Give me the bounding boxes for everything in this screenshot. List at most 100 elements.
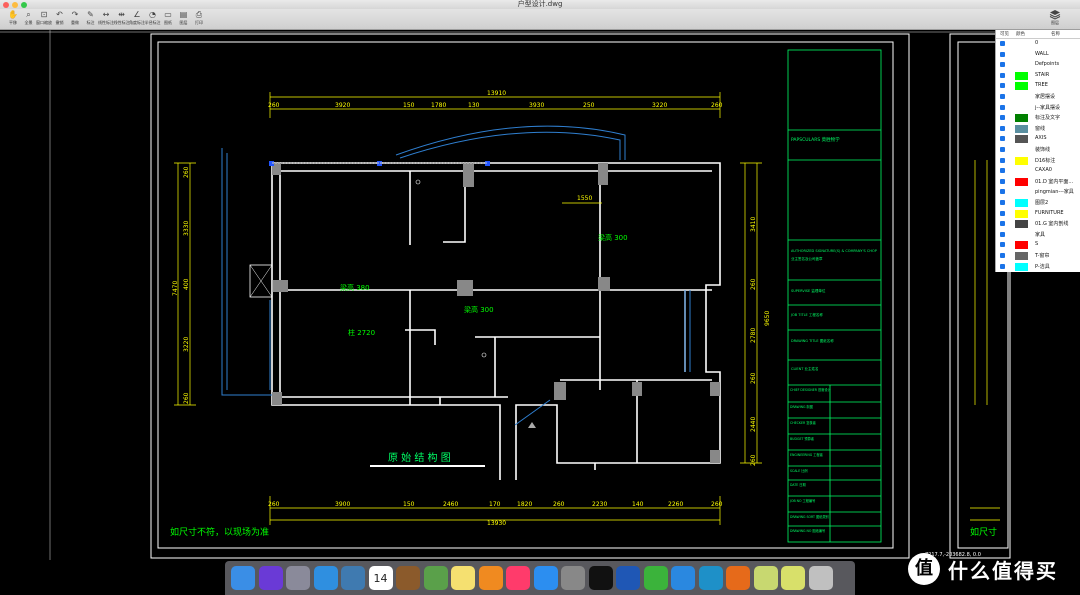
layer-visible-checkbox[interactable] (1000, 253, 1005, 258)
layer-color-swatch[interactable] (1015, 114, 1028, 123)
wechat-icon[interactable] (643, 566, 668, 590)
layer-row[interactable]: j--家具摆设 (996, 103, 1080, 113)
notes-icon[interactable] (451, 566, 475, 590)
layer-row[interactable]: S (996, 240, 1080, 250)
layer-color-swatch[interactable] (1015, 220, 1028, 229)
layer-color-swatch[interactable] (1015, 135, 1028, 144)
layer-row[interactable]: TREE (996, 81, 1080, 91)
layer-row[interactable]: AXIS (996, 134, 1080, 144)
dim-right-segment: 2440 (750, 417, 757, 432)
layer-color-swatch[interactable] (1015, 71, 1028, 80)
title-authorized-cn: 业主签名及公司盖章 (791, 256, 823, 261)
layer-row[interactable]: 01.D 室内平面... (996, 177, 1080, 187)
layer-color-swatch[interactable] (1015, 262, 1028, 271)
app-store-icon[interactable] (533, 566, 558, 590)
system-preferences-icon[interactable] (561, 566, 585, 590)
title-block-row: DRAWING SORT 图纸类别 (790, 514, 829, 519)
dim-left-segment: 400 (183, 278, 190, 290)
books-icon[interactable] (478, 566, 503, 590)
cad-icon[interactable] (753, 566, 778, 590)
layer-color-swatch[interactable] (1015, 124, 1028, 133)
calendar-icon[interactable]: 14 (368, 566, 393, 590)
layer-visible-checkbox[interactable] (1000, 157, 1005, 163)
dimension-note-second: 如尺寸 (970, 526, 997, 538)
notebook-icon[interactable] (396, 566, 420, 590)
layer-color-swatch[interactable] (1015, 156, 1028, 165)
trash-icon[interactable] (808, 566, 833, 590)
layer-visible-checkbox[interactable] (1000, 51, 1005, 57)
layer-row[interactable]: 家居摆设 (996, 92, 1080, 102)
layer-row[interactable]: T-窗帘 (996, 251, 1080, 261)
layer-color-swatch[interactable] (1015, 241, 1028, 250)
layer-row[interactable]: 装饰线 (996, 145, 1080, 155)
search-icon[interactable] (698, 566, 723, 590)
layer-row[interactable]: 图层2 (996, 198, 1080, 208)
layers-toolbar-button[interactable]: 图层 (1044, 9, 1066, 29)
layer-color-swatch[interactable] (1015, 82, 1028, 91)
baidu-cloud-icon[interactable] (671, 566, 695, 590)
layer-color-swatch[interactable] (1015, 252, 1028, 260)
layer-visible-checkbox[interactable] (1000, 168, 1005, 174)
layer-row[interactable]: pingmian---家具 (996, 187, 1080, 197)
layer-row[interactable]: CAXA0 (996, 166, 1080, 176)
qq-icon[interactable] (588, 566, 613, 590)
toolbar-button-12[interactable]: ⎙ 打印 (190, 9, 208, 29)
layer-row[interactable]: 窗线 (996, 124, 1080, 134)
layer-color-swatch[interactable] (1015, 199, 1028, 207)
layer-visible-checkbox[interactable] (1000, 147, 1005, 152)
dim-top-segment: 130 (468, 102, 480, 109)
layer-row[interactable]: WALL (996, 50, 1080, 60)
layer-row[interactable]: FURNITURE (996, 209, 1080, 219)
layer-visible-checkbox[interactable] (1000, 242, 1005, 248)
layer-visible-checkbox[interactable] (1000, 189, 1005, 195)
title-supervise: SUPERVISE 监理单位 (791, 288, 826, 293)
siri-icon[interactable] (258, 566, 283, 590)
dim-bottom-segment: 260 (711, 501, 723, 508)
layer-visible-checkbox[interactable] (1000, 41, 1005, 46)
layer-visible-checkbox[interactable] (1000, 231, 1005, 237)
dim-right-segment: 2780 (750, 328, 757, 343)
word-icon[interactable] (616, 566, 640, 590)
layer-visible-checkbox[interactable] (1000, 221, 1005, 227)
layer-row[interactable]: 标注及文字 (996, 113, 1080, 123)
firefox-icon[interactable] (726, 566, 750, 590)
layer-visible-checkbox[interactable] (1000, 200, 1005, 205)
layer-visible-checkbox[interactable] (1000, 62, 1005, 68)
layer-visible-checkbox[interactable] (1000, 115, 1005, 121)
layer-row[interactable]: 0 (996, 39, 1080, 49)
layer-visible-checkbox[interactable] (1000, 210, 1005, 216)
safari-icon[interactable] (313, 566, 338, 590)
room-label-4: 柱 2720 (348, 328, 375, 337)
layer-name: P-洁具 (1035, 263, 1050, 270)
layer-visible-checkbox[interactable] (1000, 72, 1005, 78)
layer-row[interactable]: 家具 (996, 230, 1080, 240)
dim-top-segment: 260 (711, 102, 723, 109)
layer-visible-checkbox[interactable] (1000, 125, 1005, 131)
layer-visible-checkbox[interactable] (1000, 136, 1005, 142)
dim-top-segment: 260 (268, 102, 280, 109)
layer-row[interactable]: 01.G 室内剖线 (996, 219, 1080, 229)
layer-color-swatch[interactable] (1015, 177, 1028, 186)
layer-visible-checkbox[interactable] (1000, 83, 1005, 89)
layer-row[interactable]: P-洁具 (996, 262, 1080, 272)
finder-icon[interactable] (231, 566, 255, 590)
music-icon[interactable] (506, 566, 530, 590)
layer-color-swatch[interactable] (1015, 209, 1028, 218)
layer-visible-checkbox[interactable] (1000, 263, 1005, 269)
layer-name: TREE (1035, 82, 1048, 89)
preview-icon[interactable] (341, 566, 365, 590)
dim-right-segment: 260 (750, 454, 757, 466)
room-label-2: 梁高 300 (598, 233, 628, 242)
layer-visible-checkbox[interactable] (1000, 94, 1005, 99)
drawing-canvas[interactable]: PAPSCULARS 莫胜物学 AUTHORIZED SIGNATURE(S) … (0, 30, 1080, 560)
layer-visible-checkbox[interactable] (1000, 104, 1005, 110)
launchpad-icon[interactable] (286, 566, 310, 590)
layer-row[interactable]: D16标注 (996, 156, 1080, 166)
dim-left-segment: 260 (183, 166, 190, 178)
maps-icon[interactable] (423, 566, 448, 590)
layer-visible-checkbox[interactable] (1000, 178, 1005, 184)
cad-viewer-icon[interactable] (781, 566, 805, 590)
layer-row[interactable]: STAIR (996, 71, 1080, 81)
layer-row[interactable]: Defpoints (996, 60, 1080, 70)
room-label-1: 梁高 380 (340, 283, 370, 292)
